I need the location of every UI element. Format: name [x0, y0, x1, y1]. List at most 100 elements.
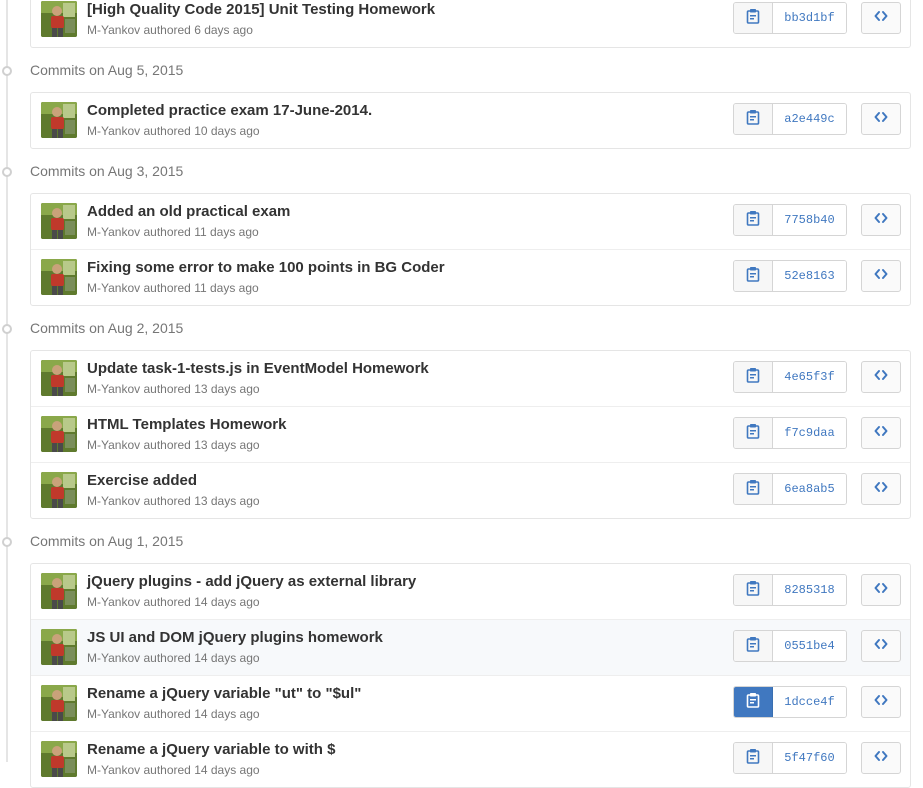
commit-author-link[interactable]: M-Yankov: [87, 707, 140, 721]
copy-sha-button[interactable]: [734, 362, 773, 392]
avatar[interactable]: [41, 102, 77, 138]
commit-date-label: Commits on Aug 2, 2015: [30, 320, 184, 336]
commit-row: Completed practice exam 17-June-2014. M-…: [31, 93, 910, 148]
sha-button-group: f7c9daa: [733, 417, 847, 449]
browse-tree-button[interactable]: [861, 361, 901, 393]
avatar[interactable]: [41, 472, 77, 508]
code-icon: [874, 211, 888, 229]
browse-tree-button[interactable]: [861, 2, 901, 34]
copy-sha-button[interactable]: [734, 631, 773, 661]
commit-message-link[interactable]: Update task-1-tests.js in EventModel Hom…: [87, 360, 429, 377]
commit-sha-link[interactable]: a2e449c: [773, 104, 846, 134]
commit-sha-link[interactable]: 52e8163: [773, 261, 846, 291]
commit-author-link[interactable]: M-Yankov: [87, 382, 140, 396]
commit-meta: M-Yankov authored 13 days ago: [87, 382, 260, 396]
commit-sha-link[interactable]: 6ea8ab5: [773, 474, 846, 504]
commit-sha-link[interactable]: 4e65f3f: [773, 362, 846, 392]
sha-button-group: 6ea8ab5: [733, 473, 847, 505]
browse-tree-button[interactable]: [861, 630, 901, 662]
sha-button-group: 52e8163: [733, 260, 847, 292]
avatar[interactable]: [41, 203, 77, 239]
copy-sha-button[interactable]: [734, 205, 773, 235]
commit-sha-link[interactable]: 1dcce4f: [773, 687, 846, 717]
copy-sha-button[interactable]: [734, 261, 773, 291]
commit-group-header: Commits on Aug 1, 2015: [0, 519, 923, 563]
commit-sha-link[interactable]: 7758b40: [773, 205, 846, 235]
commit-message-link[interactable]: HTML Templates Homework: [87, 416, 286, 433]
commit-meta: M-Yankov authored 11 days ago: [87, 225, 259, 239]
commit-message-link[interactable]: Rename a jQuery variable to with $: [87, 741, 335, 758]
commit-sha-link[interactable]: bb3d1bf: [773, 3, 846, 33]
commit-row: JS UI and DOM jQuery plugins homework M-…: [31, 619, 910, 675]
commit-message-link[interactable]: Fixing some error to make 100 points in …: [87, 259, 445, 276]
avatar[interactable]: [41, 360, 77, 396]
clippy-icon: [746, 748, 760, 769]
avatar[interactable]: [41, 573, 77, 609]
avatar[interactable]: [41, 741, 77, 777]
commit-message-link[interactable]: Rename a jQuery variable "ut" to "$ul": [87, 685, 361, 702]
commit-message-link[interactable]: [High Quality Code 2015] Unit Testing Ho…: [87, 1, 435, 18]
commit-message-link[interactable]: jQuery plugins - add jQuery as external …: [87, 573, 416, 590]
browse-tree-button[interactable]: [861, 742, 901, 774]
commit-message-link[interactable]: Completed practice exam 17-June-2014.: [87, 102, 372, 119]
copy-sha-button[interactable]: [734, 104, 773, 134]
copy-sha-button[interactable]: [734, 743, 773, 773]
commit-meta: M-Yankov authored 14 days ago: [87, 707, 260, 721]
commit-dot-icon: [2, 66, 12, 76]
avatar[interactable]: [41, 1, 77, 37]
commit-dot-icon: [2, 537, 12, 547]
commit-sha-link[interactable]: 8285318: [773, 575, 846, 605]
commit-author-link[interactable]: M-Yankov: [87, 281, 140, 295]
commit-author-link[interactable]: M-Yankov: [87, 225, 140, 239]
commit-row: Exercise added M-Yankov authored 13 days…: [31, 462, 910, 518]
commit-row: Rename a jQuery variable "ut" to "$ul" M…: [31, 675, 910, 731]
commit-meta: M-Yankov authored 10 days ago: [87, 124, 260, 138]
copy-sha-button[interactable]: [734, 474, 773, 504]
avatar[interactable]: [41, 685, 77, 721]
browse-tree-button[interactable]: [861, 260, 901, 292]
copy-sha-button[interactable]: [734, 687, 773, 717]
commit-row: Update task-1-tests.js in EventModel Hom…: [31, 351, 910, 406]
code-icon: [874, 693, 888, 711]
browse-tree-button[interactable]: [861, 417, 901, 449]
code-icon: [874, 368, 888, 386]
commit-author-link[interactable]: M-Yankov: [87, 763, 140, 777]
code-icon: [874, 480, 888, 498]
commit-message-link[interactable]: JS UI and DOM jQuery plugins homework: [87, 629, 383, 646]
avatar[interactable]: [41, 416, 77, 452]
browse-tree-button[interactable]: [861, 204, 901, 236]
commit-author-link[interactable]: M-Yankov: [87, 23, 140, 37]
code-icon: [874, 267, 888, 285]
commit-row: HTML Templates Homework M-Yankov authore…: [31, 406, 910, 462]
sha-button-group: 5f47f60: [733, 742, 847, 774]
sha-button-group: bb3d1bf: [733, 2, 847, 34]
browse-tree-button[interactable]: [861, 473, 901, 505]
browse-tree-button[interactable]: [861, 574, 901, 606]
commit-author-link[interactable]: M-Yankov: [87, 651, 140, 665]
code-icon: [874, 9, 888, 27]
commit-message-link[interactable]: Exercise added: [87, 472, 197, 489]
browse-tree-button[interactable]: [861, 686, 901, 718]
copy-sha-button[interactable]: [734, 3, 773, 33]
commit-author-link[interactable]: M-Yankov: [87, 494, 140, 508]
browse-tree-button[interactable]: [861, 103, 901, 135]
commit-sha-link[interactable]: f7c9daa: [773, 418, 846, 448]
commit-author-link[interactable]: M-Yankov: [87, 595, 140, 609]
commit-author-link[interactable]: M-Yankov: [87, 124, 140, 138]
clippy-icon: [746, 636, 760, 657]
commit-author-link[interactable]: M-Yankov: [87, 438, 140, 452]
commit-meta: M-Yankov authored 14 days ago: [87, 651, 260, 665]
avatar[interactable]: [41, 629, 77, 665]
avatar[interactable]: [41, 259, 77, 295]
commit-sha-link[interactable]: 5f47f60: [773, 743, 846, 773]
copy-sha-button[interactable]: [734, 575, 773, 605]
copy-sha-button[interactable]: [734, 418, 773, 448]
sha-button-group: 1dcce4f: [733, 686, 847, 718]
commit-sha-link[interactable]: 0551be4: [773, 631, 846, 661]
commit-message-link[interactable]: Added an old practical exam: [87, 203, 290, 220]
commit-date-label: Commits on Aug 3, 2015: [30, 163, 184, 179]
clippy-icon: [746, 109, 760, 130]
commit-meta: M-Yankov authored 14 days ago: [87, 595, 260, 609]
commit-group-header: Commits on Aug 2, 2015: [0, 306, 923, 350]
commit-row: Added an old practical exam M-Yankov aut…: [31, 194, 910, 249]
